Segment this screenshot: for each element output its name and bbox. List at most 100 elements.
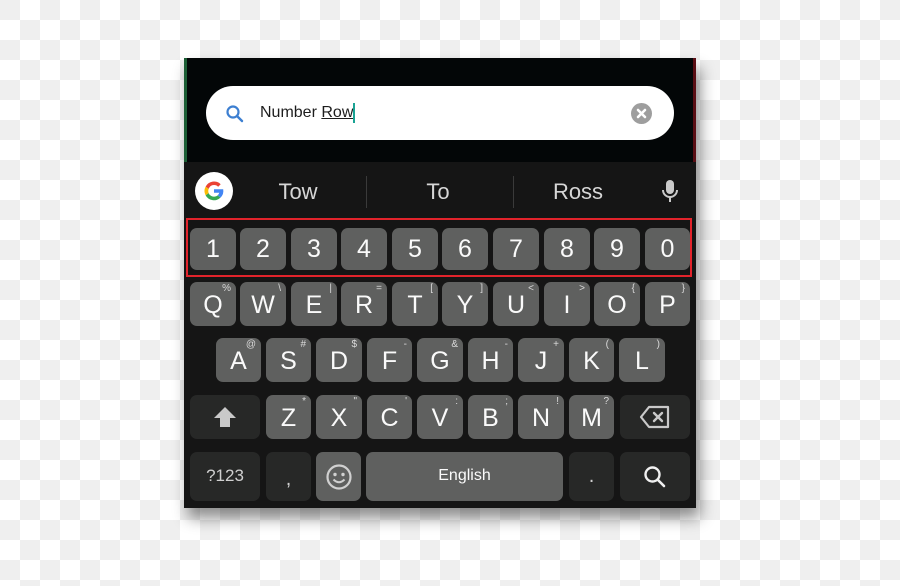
key-hint: (	[605, 339, 609, 350]
clear-icon	[636, 108, 647, 119]
key-label: Y	[456, 291, 474, 319]
key-label: D	[329, 347, 349, 375]
key-label: 1	[206, 235, 220, 263]
key-t[interactable]: T[	[392, 282, 438, 326]
key-d[interactable]: D $	[316, 338, 362, 382]
key-f[interactable]: F-	[367, 338, 412, 382]
suggestion-divider	[366, 176, 367, 208]
key-label: Q	[203, 291, 223, 319]
key-i[interactable]: I >	[544, 282, 590, 326]
key-hint: ?	[603, 396, 609, 407]
suggestion-2[interactable]: To	[378, 179, 498, 205]
key-x[interactable]: X "	[316, 395, 362, 439]
key-8[interactable]: 8	[544, 228, 590, 270]
key-c[interactable]: C '	[367, 395, 412, 439]
key-hint: >	[579, 283, 585, 294]
google-g-icon[interactable]	[195, 172, 233, 210]
key-5[interactable]: 5	[392, 228, 438, 270]
search-action-key[interactable]	[620, 452, 690, 501]
key-3[interactable]: 3	[291, 228, 337, 270]
key-a[interactable]: A @	[216, 338, 261, 382]
key-q[interactable]: Q%	[190, 282, 236, 326]
key-6[interactable]: 6	[442, 228, 488, 270]
key-p[interactable]: P}	[645, 282, 690, 326]
symbols-key[interactable]: ?123	[190, 452, 260, 501]
period-key[interactable]: .	[569, 452, 614, 501]
key-w[interactable]: W \	[240, 282, 286, 326]
key-1[interactable]: 1	[190, 228, 236, 270]
key-label: 5	[408, 235, 422, 263]
emoji-key[interactable]	[316, 452, 361, 501]
key-label: E	[305, 291, 323, 319]
microphone-icon[interactable]	[660, 179, 680, 205]
key-label: C	[380, 404, 399, 432]
key-label: English	[438, 467, 491, 484]
key-hint: \	[278, 283, 281, 294]
search-input[interactable]: Number Row	[260, 103, 356, 123]
key-g[interactable]: G &	[417, 338, 463, 382]
key-hint: <	[528, 283, 534, 294]
key-label: G	[430, 347, 450, 375]
key-n[interactable]: N!	[518, 395, 564, 439]
text-caret	[353, 103, 356, 123]
key-hint: %	[222, 283, 231, 294]
key-s[interactable]: S #	[266, 338, 311, 382]
key-label: W	[251, 291, 275, 319]
key-7[interactable]: 7	[493, 228, 539, 270]
key-label: N	[531, 404, 551, 432]
key-j[interactable]: J +	[518, 338, 564, 382]
key-9[interactable]: 9	[594, 228, 640, 270]
shift-key[interactable]	[190, 395, 260, 439]
key-o[interactable]: O{	[594, 282, 640, 326]
app-header-area: Number Row	[184, 58, 696, 162]
phone-screen: Number Row Tow To Ross 1 2 3 4 5 6 7 8 9…	[184, 58, 696, 508]
key-hint: +	[553, 339, 559, 350]
right-edge-accent	[693, 58, 696, 162]
suggestion-divider	[513, 176, 514, 208]
backspace-key[interactable]	[620, 395, 690, 439]
key-label: T	[407, 291, 423, 319]
key-hint: *	[302, 396, 306, 407]
suggestion-3[interactable]: Ross	[518, 179, 638, 205]
space-key[interactable]: English	[366, 452, 563, 501]
key-label: M	[581, 404, 602, 432]
key-l[interactable]: L)	[619, 338, 665, 382]
key-hint: :	[455, 396, 458, 407]
key-k[interactable]: K(	[569, 338, 614, 382]
key-m[interactable]: M?	[569, 395, 614, 439]
key-label: 4	[357, 235, 371, 263]
key-hint: )	[656, 339, 660, 350]
key-hint: ;	[505, 396, 508, 407]
key-r[interactable]: R =	[341, 282, 387, 326]
key-hint: #	[300, 339, 306, 350]
suggestion-1[interactable]: Tow	[238, 179, 358, 205]
key-u[interactable]: U <	[493, 282, 539, 326]
key-y[interactable]: Y]	[442, 282, 488, 326]
key-v[interactable]: V:	[417, 395, 463, 439]
key-hint: "	[353, 396, 357, 407]
key-label: U	[506, 291, 526, 319]
key-label: B	[482, 404, 499, 432]
search-bar[interactable]: Number Row	[206, 86, 674, 140]
key-b[interactable]: B;	[468, 395, 513, 439]
key-label: R	[354, 291, 374, 319]
key-label: K	[583, 347, 600, 375]
key-label: J	[534, 347, 548, 375]
key-z[interactable]: Z *	[266, 395, 311, 439]
key-hint: |	[329, 283, 332, 294]
comma-key[interactable]: ,	[266, 452, 311, 501]
clear-button[interactable]	[631, 103, 652, 124]
search-composing-text: Row	[321, 104, 354, 121]
key-hint: ]	[480, 283, 483, 294]
key-hint: =	[376, 283, 382, 294]
key-label: 2	[256, 235, 270, 263]
key-label: O	[607, 291, 627, 319]
suggestion-strip: Tow To Ross	[184, 162, 696, 218]
key-e[interactable]: E |	[291, 282, 337, 326]
key-2[interactable]: 2	[240, 228, 286, 270]
key-h[interactable]: H-	[468, 338, 513, 382]
left-edge-accent	[184, 58, 187, 162]
key-0[interactable]: 0	[645, 228, 690, 270]
key-hint: $	[351, 339, 357, 350]
key-4[interactable]: 4	[341, 228, 387, 270]
